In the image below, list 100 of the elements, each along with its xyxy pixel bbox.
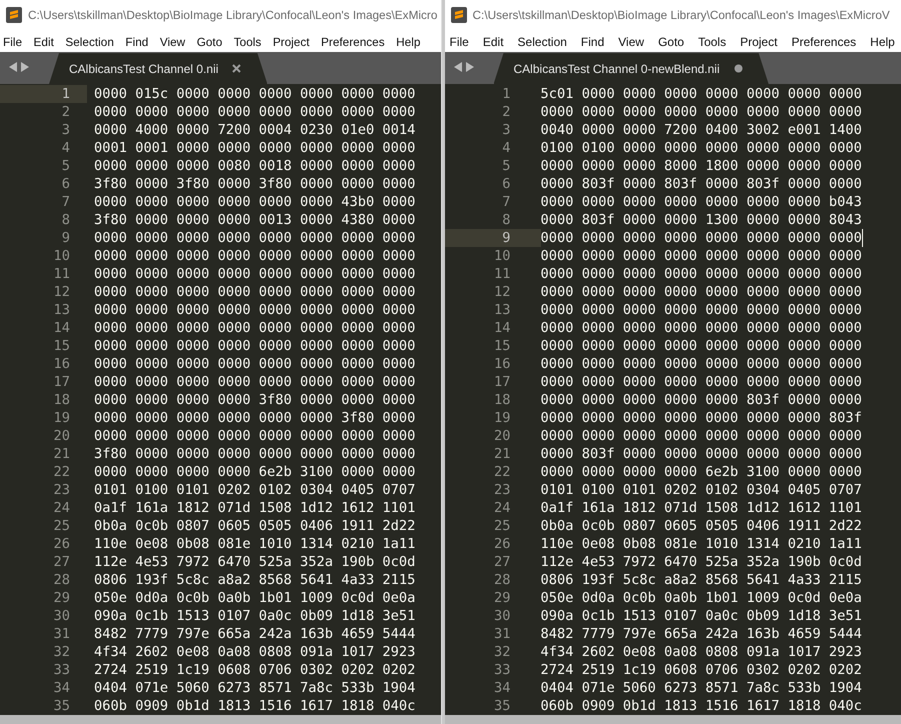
hex-line: 0404 071e 5060 6273 8571 7a8c 533b 1904 bbox=[540, 680, 862, 696]
menu-item[interactable]: Project bbox=[739, 34, 778, 49]
hex-line: 112e 4e53 7972 6470 525a 352a 190b 0c0d bbox=[93, 554, 416, 570]
menu-item[interactable]: Find bbox=[580, 34, 606, 49]
file-tab[interactable]: CAlbicansTest Channel 0.nii bbox=[49, 53, 268, 84]
hex-line: 0000 0000 0000 0000 6e2b 3100 0000 0000 bbox=[93, 464, 416, 480]
hex-line: 0000 0000 0000 0000 0000 0000 0000 0000 bbox=[540, 230, 862, 246]
line-number: 21 bbox=[52, 445, 71, 464]
hex-line: 050e 0d0a 0c0b 0a0b 1b01 1009 0c0d 0e0a bbox=[93, 590, 416, 606]
hex-line: 0000 803f 0000 803f 0000 803f 0000 0000 bbox=[540, 176, 862, 192]
line-number: 14 bbox=[52, 319, 71, 338]
hex-line: 3f80 0000 3f80 0000 3f80 0000 0000 0000 bbox=[93, 176, 416, 192]
menu-item[interactable]: Tools bbox=[232, 34, 262, 49]
line-number: 20 bbox=[493, 427, 512, 446]
line-number: 24 bbox=[493, 499, 512, 518]
hex-line: 0000 803f 0000 0000 1300 0000 0000 8043 bbox=[540, 212, 862, 228]
menu-item[interactable]: View bbox=[158, 34, 186, 49]
menu-item[interactable]: Find bbox=[124, 34, 150, 49]
line-number: 14 bbox=[493, 319, 512, 338]
hex-line: 5c01 0000 0000 0000 0000 0000 0000 0000 bbox=[540, 86, 862, 102]
line-number: 4 bbox=[501, 139, 512, 158]
left-arrow-icon[interactable] bbox=[9, 62, 17, 72]
line-number: 26 bbox=[52, 535, 71, 554]
line-number: 21 bbox=[493, 445, 512, 464]
line-number: 13 bbox=[52, 301, 71, 320]
hex-line: 0001 0001 0000 0000 0000 0000 0000 0000 bbox=[93, 140, 416, 156]
menu-item[interactable]: Edit bbox=[32, 34, 55, 49]
hex-line: 0000 015c 0000 0000 0000 0000 0000 0000 bbox=[93, 86, 416, 102]
hex-line: 0000 0000 0000 0000 0000 0000 0000 0000 bbox=[540, 374, 862, 390]
hex-line: 0000 0000 0000 0000 0000 0000 0000 0000 bbox=[540, 266, 862, 282]
line-number: 25 bbox=[52, 517, 71, 536]
hex-line: 0000 0000 0000 0000 3f80 0000 0000 0000 bbox=[93, 392, 416, 408]
hex-line: 0a1f 161a 1812 071d 1508 1d12 1612 1101 bbox=[540, 500, 862, 516]
hex-line: 0000 0000 0000 0000 0000 0000 0000 0000 bbox=[93, 302, 416, 318]
right-arrow-icon[interactable] bbox=[466, 62, 474, 72]
window-title: C:\Users\tskillman\Desktop\BioImage Library\Confocal\Leon's Images\ExMicroV bbox=[472, 8, 890, 22]
hex-line: 0101 0100 0101 0202 0102 0304 0405 0707 bbox=[93, 482, 416, 498]
line-number: 31 bbox=[493, 625, 512, 644]
left-arrow-icon[interactable] bbox=[454, 62, 462, 72]
line-number: 27 bbox=[52, 553, 71, 572]
line-number: 12 bbox=[52, 283, 71, 302]
line-number: 1 bbox=[501, 85, 512, 104]
line-number: 31 bbox=[52, 625, 71, 644]
menu-item[interactable]: Help bbox=[395, 34, 422, 49]
close-icon[interactable] bbox=[232, 64, 242, 74]
menu-item[interactable]: Selection bbox=[64, 34, 115, 49]
line-number: 30 bbox=[493, 607, 512, 626]
hex-line: 0000 0000 0000 0000 0000 0000 0000 0000 bbox=[93, 356, 416, 372]
hex-line: 0000 0000 0000 0000 0000 0000 0000 0000 bbox=[93, 284, 416, 300]
hex-line: 090a 0c1b 1513 0107 0a0c 0b09 1d18 3e51 bbox=[93, 608, 416, 624]
menu-item[interactable]: File bbox=[448, 34, 470, 49]
line-number: 13 bbox=[493, 301, 512, 320]
line-number: 29 bbox=[52, 589, 71, 608]
line-number: 25 bbox=[493, 517, 512, 536]
hex-line: 0000 0000 0000 0000 0000 0000 0000 0000 bbox=[93, 374, 416, 390]
menu-item[interactable]: Tools bbox=[697, 34, 728, 49]
hex-line: 0a1f 161a 1812 071d 1508 1d12 1612 1101 bbox=[93, 500, 416, 516]
hex-line: 0000 0000 0000 0000 0000 0000 0000 0000 bbox=[540, 284, 862, 300]
hex-line: 4f34 2602 0e08 0a08 0808 091a 1017 2923 bbox=[93, 644, 416, 660]
menu-item[interactable]: Selection bbox=[516, 34, 568, 49]
line-number: 11 bbox=[493, 265, 512, 284]
line-number: 11 bbox=[52, 265, 71, 284]
app-logo-icon bbox=[450, 7, 467, 24]
hex-line: 0000 0000 0000 0000 0000 0000 43b0 0000 bbox=[93, 194, 416, 210]
line-number: 16 bbox=[493, 355, 512, 374]
line-number: 30 bbox=[52, 607, 71, 626]
menu-item[interactable]: Preferences bbox=[790, 34, 858, 49]
menu-item[interactable]: Goto bbox=[196, 34, 224, 49]
hex-line: 0806 193f 5c8c a8a2 8568 5641 4a33 2115 bbox=[93, 572, 416, 588]
line-number: 5 bbox=[60, 157, 71, 176]
line-number: 15 bbox=[493, 337, 512, 356]
menu-item[interactable]: File bbox=[2, 34, 24, 49]
menu-item[interactable]: Goto bbox=[657, 34, 686, 49]
menu-item[interactable]: Help bbox=[869, 34, 896, 49]
line-number: 32 bbox=[493, 643, 512, 662]
hex-line: 0000 0000 0000 0000 0000 0000 0000 0000 bbox=[540, 338, 862, 354]
hex-line: 0000 0000 0000 8000 1800 0000 0000 0000 bbox=[540, 158, 862, 174]
hex-line: 0000 0000 0000 0000 0000 0000 0000 803f bbox=[540, 410, 862, 426]
line-number: 10 bbox=[493, 247, 512, 266]
menu-item[interactable]: Project bbox=[272, 34, 311, 49]
line-number: 7 bbox=[501, 193, 512, 212]
line-number: 23 bbox=[493, 481, 512, 500]
hex-line: 050e 0d0a 0c0b 0a0b 1b01 1009 0c0d 0e0a bbox=[540, 590, 862, 606]
menu-item[interactable]: View bbox=[617, 34, 646, 49]
hex-line: 0000 0000 0000 0000 0000 0000 0000 0000 bbox=[540, 248, 862, 264]
hex-line: 0000 0000 0000 0000 0000 803f 0000 0000 bbox=[540, 392, 862, 408]
line-number: 17 bbox=[52, 373, 71, 392]
menu-item[interactable]: Edit bbox=[482, 34, 505, 49]
hex-line: 0000 4000 0000 7200 0004 0230 01e0 0014 bbox=[93, 122, 416, 138]
line-number: 2 bbox=[60, 103, 71, 122]
menu-item[interactable]: Preferences bbox=[320, 34, 386, 49]
hex-line: 0000 0000 0000 0000 0000 0000 0000 0000 bbox=[540, 356, 862, 372]
right-arrow-icon[interactable] bbox=[21, 62, 29, 72]
app-logo-icon bbox=[6, 7, 22, 24]
hex-line: 0000 0000 0000 0000 0000 0000 0000 0000 bbox=[93, 320, 416, 336]
line-number: 32 bbox=[52, 643, 71, 662]
hex-line: 0000 803f 0000 0000 0000 0000 0000 0000 bbox=[540, 446, 862, 462]
file-tab[interactable]: CAlbicansTest Channel 0-newBlend.nii bbox=[494, 53, 769, 84]
hex-line: 0000 0000 0000 0080 0018 0000 0000 0000 bbox=[93, 158, 416, 174]
line-number: 26 bbox=[493, 535, 512, 554]
